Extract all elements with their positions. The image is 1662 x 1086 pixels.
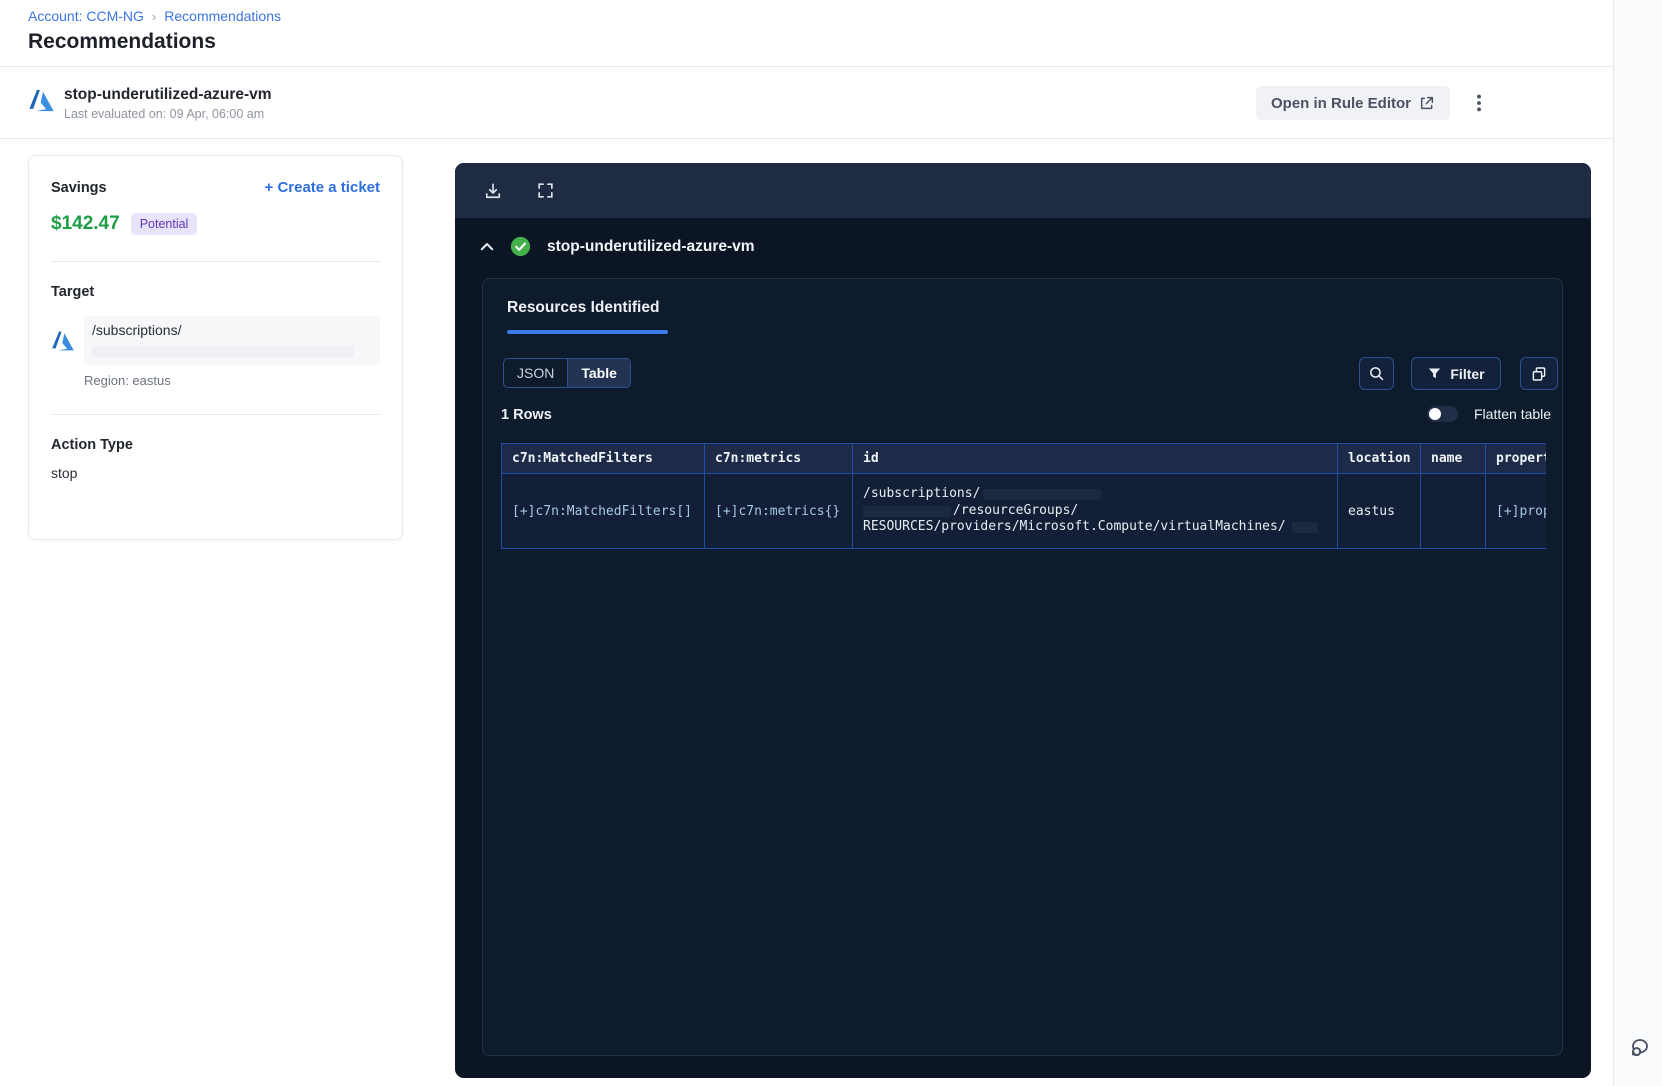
- azure-logo-icon: [51, 329, 75, 353]
- filter-button[interactable]: Filter: [1411, 357, 1501, 390]
- flatten-table-label: Flatten table: [1474, 406, 1552, 422]
- copy-button[interactable]: [1520, 357, 1558, 390]
- right-rail: [1613, 0, 1662, 1086]
- resources-table-wrap: c7n:MatchedFilters c7n:metrics id locati…: [501, 443, 1546, 551]
- fullscreen-button[interactable]: [536, 181, 556, 201]
- breadcrumb-account-link[interactable]: Account: CCM-NG: [28, 8, 144, 24]
- fullscreen-icon: [536, 181, 556, 200]
- savings-amount: $142.47: [51, 213, 120, 234]
- rule-result-header: stop-underutilized-azure-vm: [478, 236, 755, 257]
- download-button[interactable]: [483, 181, 503, 201]
- divider: [51, 414, 380, 415]
- check-circle-icon: [510, 236, 531, 257]
- col-header-metrics[interactable]: c7n:metrics: [704, 443, 853, 474]
- flatten-table-toggle[interactable]: [1427, 406, 1458, 422]
- rows-count: 1 Rows: [501, 407, 552, 423]
- cell-name[interactable]: [1420, 473, 1486, 549]
- breadcrumb-separator: ›: [151, 8, 157, 24]
- divider: [51, 261, 380, 262]
- cell-properties[interactable]: [+]prop: [1485, 473, 1546, 549]
- search-icon: [1368, 365, 1385, 382]
- flatten-table-control: Flatten table: [1427, 406, 1551, 422]
- search-button[interactable]: [1359, 357, 1394, 390]
- view-json-button[interactable]: JSON: [504, 359, 567, 387]
- results-rule-title: stop-underutilized-azure-vm: [547, 237, 755, 255]
- breadcrumb-recommendations-link[interactable]: Recommendations: [164, 8, 281, 24]
- results-panel-toolbar: [455, 163, 1591, 218]
- target-region: Region: eastus: [84, 373, 171, 388]
- page: Account: CCM-NG › Recommendations Recomm…: [0, 0, 1662, 1086]
- open-rule-editor-label: Open in Rule Editor: [1271, 94, 1412, 112]
- view-mode-toggle: JSON Table: [503, 358, 631, 388]
- azure-logo-icon: [28, 87, 55, 114]
- toggle-knob: [1429, 408, 1441, 420]
- target-path-box: /subscriptions/: [84, 316, 380, 365]
- kebab-menu-icon: [1468, 92, 1490, 114]
- redacted-text: [863, 505, 951, 517]
- chevron-up-icon: [478, 238, 496, 256]
- breadcrumb: Account: CCM-NG › Recommendations: [28, 8, 281, 24]
- col-header-id[interactable]: id: [852, 443, 1338, 474]
- kebab-menu-button[interactable]: [1464, 88, 1494, 118]
- open-rule-editor-button[interactable]: Open in Rule Editor: [1256, 86, 1451, 120]
- cell-id[interactable]: /subscriptions/ /resourceGroups/ RESOURC…: [852, 473, 1338, 549]
- rule-title: stop-underutilized-azure-vm: [64, 86, 272, 103]
- view-table-button[interactable]: Table: [567, 359, 630, 387]
- external-link-icon: [1419, 95, 1435, 111]
- redacted-text: [983, 489, 1102, 500]
- tab-active-underline: [507, 330, 668, 334]
- target-label: Target: [51, 284, 95, 300]
- chat-bubbles-icon[interactable]: [1628, 1034, 1656, 1062]
- col-header-matched-filters[interactable]: c7n:MatchedFilters: [501, 443, 705, 474]
- results-panel: stop-underutilized-azure-vm Resources Id…: [455, 163, 1591, 1078]
- table-row: [+]c7n:MatchedFilters[] [+]c7n:metrics{}…: [501, 473, 1546, 549]
- resources-identified-panel: Resources Identified JSON Table Filter 1…: [482, 278, 1563, 1056]
- filter-label: Filter: [1450, 365, 1485, 382]
- rule-header: stop-underutilized-azure-vm Last evaluat…: [0, 67, 1613, 138]
- col-header-location[interactable]: location: [1337, 443, 1421, 474]
- rule-last-evaluated: Last evaluated on: 09 Apr, 06:00 am: [64, 107, 265, 121]
- create-ticket-button[interactable]: + Create a ticket: [265, 179, 380, 196]
- cell-location[interactable]: eastus: [1337, 473, 1421, 549]
- savings-potential-badge: Potential: [130, 213, 198, 235]
- divider: [0, 138, 1613, 139]
- cell-metrics[interactable]: [+]c7n:metrics{}: [704, 473, 853, 549]
- savings-label: Savings: [51, 179, 107, 196]
- table-header-row: c7n:MatchedFilters c7n:metrics id locati…: [501, 443, 1546, 474]
- download-icon: [483, 181, 503, 201]
- page-title: Recommendations: [28, 30, 216, 53]
- action-type-value: stop: [51, 465, 78, 481]
- target-path: /subscriptions/: [92, 322, 182, 338]
- cell-matched-filters[interactable]: [+]c7n:MatchedFilters[]: [501, 473, 705, 549]
- filter-funnel-icon: [1427, 366, 1442, 381]
- tab-resources-identified[interactable]: Resources Identified: [507, 299, 659, 317]
- redacted-subscription-id: [92, 346, 354, 357]
- redacted-text: [1291, 522, 1318, 533]
- recommendation-summary-card: Savings + Create a ticket $142.47 Potent…: [28, 155, 403, 540]
- resources-table: c7n:MatchedFilters c7n:metrics id locati…: [501, 443, 1546, 549]
- col-header-name[interactable]: name: [1420, 443, 1486, 474]
- copy-icon: [1530, 365, 1548, 383]
- action-type-label: Action Type: [51, 437, 133, 453]
- collapse-toggle-button[interactable]: [478, 238, 496, 256]
- col-header-properties[interactable]: propert: [1485, 443, 1546, 474]
